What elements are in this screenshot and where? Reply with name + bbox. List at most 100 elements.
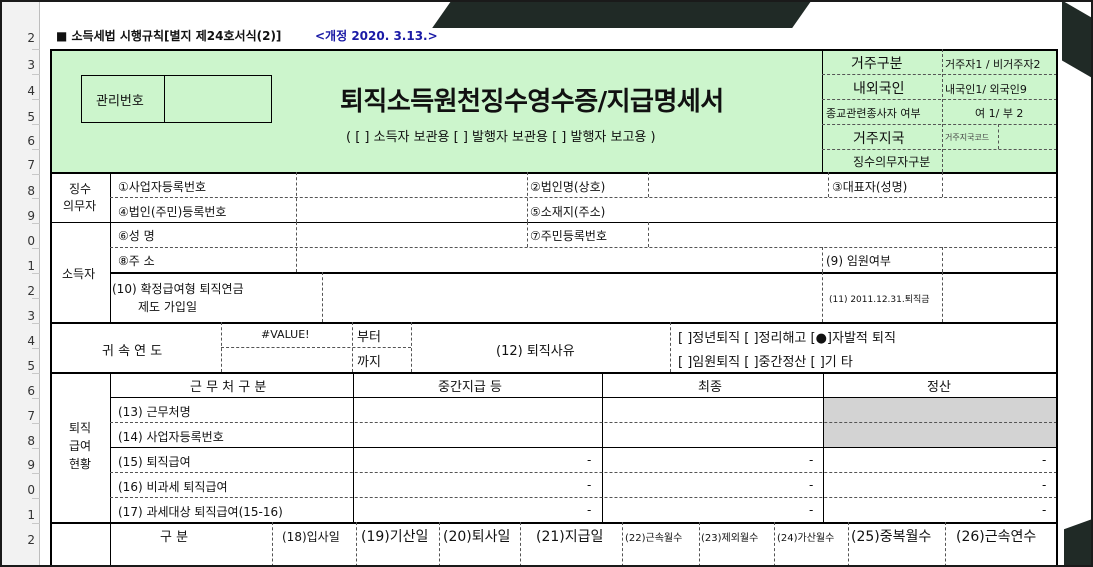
recipient-label: 소득자 (62, 267, 96, 281)
row-number[interactable]: 2 (2, 533, 38, 547)
retire-2011-input[interactable] (943, 274, 1056, 321)
corp-name-input[interactable] (649, 173, 827, 196)
period-value[interactable]: #VALUE! (261, 328, 310, 341)
col-header-settle: 정산 (927, 380, 951, 395)
pay-row-final-input[interactable] (603, 423, 822, 446)
biz-no-input[interactable] (297, 173, 526, 196)
form-sheet: ■ 소득세법 시행규칙[별지 제24호서식(2)] <개정 2020. 3.13… (50, 29, 1058, 565)
mgmt-number-input[interactable] (165, 76, 271, 122)
biz-no-label: ①사업자등록번호 (118, 180, 207, 194)
row-number[interactable]: 0 (2, 234, 38, 248)
row-number[interactable]: 0 (2, 483, 38, 497)
row-number[interactable]: 4 (2, 84, 38, 98)
row-number[interactable]: 4 (2, 334, 38, 348)
row-number[interactable]: 2 (2, 284, 38, 298)
pay-row-settle-value[interactable]: - (1042, 503, 1046, 517)
row-number[interactable]: 3 (2, 58, 38, 72)
retire-2011-label: (11) 2011.12.31.퇴직금 (829, 295, 930, 305)
reason-options-2[interactable]: [ ]임원퇴직 [ ]중간정산 [ ]기 타 (678, 351, 853, 370)
period-end-input[interactable] (222, 348, 351, 371)
reason-label: (12) 퇴직사유 (496, 344, 575, 359)
background-shape-right-low (1064, 514, 1091, 565)
resident-no-label: ⑦주민등록번호 (530, 229, 607, 243)
executive-input[interactable] (943, 248, 1056, 271)
executive-label: (9) 임원여부 (826, 254, 891, 268)
withholder-label-2: 의무자 (63, 199, 97, 213)
row-number[interactable]: 9 (2, 209, 38, 223)
bottom-col-8: (25)중복월수 (851, 529, 932, 545)
residence-label: 거주구분 (851, 56, 903, 72)
rep-input[interactable] (943, 173, 1056, 196)
residence-value[interactable]: 거주자1 / 비거주자2 (945, 56, 1041, 72)
period-from: 부터 (357, 330, 381, 345)
row-number[interactable]: 7 (2, 409, 38, 423)
row-header: 2 3 4 5 6 7 8 9 0 1 2 3 4 5 6 7 8 9 0 1 … (2, 2, 40, 565)
pay-row-final-value[interactable]: - (809, 478, 813, 492)
corp-name-label: ②법인명(상호) (530, 180, 606, 194)
reason-options-1[interactable]: [ ]정년퇴직 [ ]정리해고 [●]자발적 퇴직 (678, 327, 896, 346)
page-title: 퇴직소득원천징수영수증/지급명세서 (340, 87, 724, 117)
pay-row-final-value[interactable]: - (809, 503, 813, 517)
withholder-label-1: 징수 (69, 182, 92, 196)
row-number[interactable]: 3 (2, 309, 38, 323)
pay-row-final-input[interactable] (603, 398, 822, 421)
pay-row-final-value[interactable]: - (809, 453, 813, 467)
pay-row-label: (16) 비과세 퇴직급여 (118, 480, 228, 494)
country-code-input[interactable] (999, 125, 1056, 148)
row-number[interactable]: 9 (2, 458, 38, 472)
pay-row-label: (15) 퇴직급여 (118, 455, 191, 469)
pay-row-mid-value[interactable]: - (587, 478, 591, 492)
recipient-address-label: ⑧주 소 (118, 254, 155, 268)
copy-type-options[interactable]: ( [ ] 소득자 보관용 [ ] 발행자 보관용 [ ] 발행자 보고용 ) (346, 126, 656, 145)
address-input[interactable] (649, 198, 1056, 221)
row-number[interactable]: 6 (2, 384, 38, 398)
dc-label-2: 제도 가입일 (138, 300, 198, 314)
pay-row-mid-input[interactable] (354, 398, 601, 421)
bottom-col-9: (26)근속연수 (956, 529, 1037, 545)
bottom-col-3: (20)퇴사일 (443, 529, 511, 545)
mgmt-number-label: 관리번호 (96, 94, 144, 109)
period-to: 까지 (357, 355, 381, 370)
resident-no-input[interactable] (649, 223, 1056, 246)
name-input[interactable] (297, 223, 526, 246)
country-label: 거주지국 (853, 131, 905, 147)
row-number[interactable]: 5 (2, 110, 38, 124)
row-number[interactable]: 7 (2, 158, 38, 172)
row-number[interactable]: 1 (2, 508, 38, 522)
pay-row-settle-value[interactable]: - (1042, 453, 1046, 467)
background-shape-top (432, 2, 812, 28)
row-number[interactable]: 6 (2, 134, 38, 148)
row-number[interactable]: 1 (2, 259, 38, 273)
amend-label: <개정 2020. 3.13.> (315, 29, 438, 43)
pay-label-3: 현황 (69, 457, 92, 471)
row-number[interactable]: 8 (2, 184, 38, 198)
corp-reg-input[interactable] (297, 198, 526, 221)
background-shape-right (1062, 2, 1091, 84)
form-label: ■ 소득세법 시행규칙[별지 제24호서식(2)] (56, 29, 282, 43)
withholder-type-label: 징수의무자구분 (853, 155, 931, 169)
address-label: ⑤소재지(주소) (530, 205, 606, 219)
col-header-final: 최종 (698, 380, 722, 395)
recipient-address-input[interactable] (297, 248, 822, 271)
religion-label: 종교관련종사자 여부 (826, 107, 921, 120)
row-number[interactable]: 2 (2, 31, 38, 45)
pay-row-mid-value[interactable]: - (587, 503, 591, 517)
nationality-value[interactable]: 내국인1/ 외국인9 (945, 81, 1027, 97)
pay-row-mid-value[interactable]: - (587, 453, 591, 467)
corp-reg-label: ④법인(주민)등록번호 (118, 205, 227, 219)
nationality-label: 내외국인 (853, 81, 905, 97)
pay-label-2: 급여 (69, 439, 92, 453)
period-label: 귀 속 연 도 (102, 344, 163, 359)
withholder-type-input[interactable] (943, 150, 1056, 171)
bottom-col-2: (19)기산일 (361, 529, 429, 545)
bottom-col-1: (18)입사일 (282, 530, 340, 544)
bottom-col-0: 구 분 (160, 530, 189, 545)
pay-row-mid-input[interactable] (354, 423, 601, 446)
religion-value[interactable]: 여 1/ 부 2 (975, 105, 1023, 121)
dc-join-date-input[interactable] (323, 274, 821, 321)
row-number[interactable]: 8 (2, 434, 38, 448)
bottom-col-6: (23)제외월수 (701, 533, 759, 544)
bottom-col-5: (22)근속월수 (625, 533, 683, 544)
row-number[interactable]: 5 (2, 359, 38, 373)
pay-row-settle-value[interactable]: - (1042, 478, 1046, 492)
